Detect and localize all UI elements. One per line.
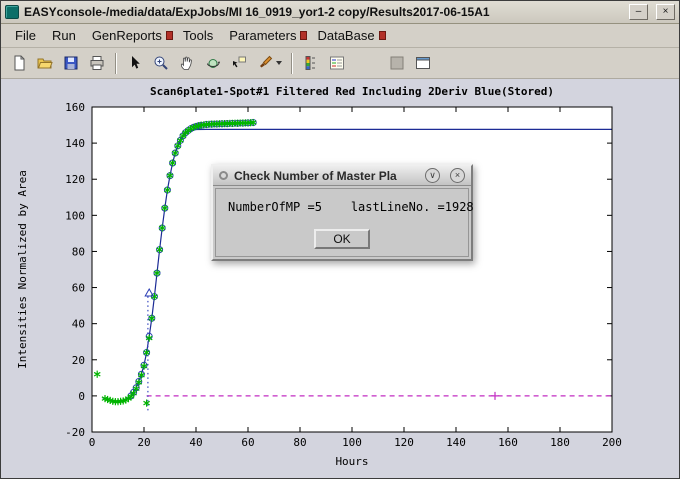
pan-hand-button[interactable] bbox=[174, 50, 200, 76]
figure-palette-icon bbox=[414, 54, 432, 72]
x-tick-label: 80 bbox=[293, 436, 306, 449]
x-tick-label: 140 bbox=[446, 436, 466, 449]
dialog-collapse-button[interactable]: ∨ bbox=[425, 168, 440, 183]
plot-area bbox=[92, 107, 612, 432]
open-folder-button[interactable] bbox=[32, 50, 58, 76]
y-tick-label: 20 bbox=[72, 354, 85, 367]
pan-hand-icon bbox=[178, 54, 196, 72]
menu-tools[interactable]: Tools bbox=[175, 25, 221, 46]
plot-title: Scan6plate1-Spot#1 Filtered Red Includin… bbox=[150, 85, 554, 98]
dialog-title: Check Number of Master Pla bbox=[234, 169, 415, 183]
plot-browser-icon bbox=[388, 54, 406, 72]
menu-accent-icon bbox=[166, 31, 173, 40]
ok-button[interactable]: OK bbox=[314, 229, 370, 249]
y-tick-label: -20 bbox=[65, 426, 85, 439]
plot-browser-button[interactable] bbox=[384, 50, 410, 76]
plot-svg[interactable]: 0 20 40 60 80 100 120 140 160 180 200 -20 0 20 40 60 80 1… bbox=[1, 79, 679, 478]
x-tick-label: 120 bbox=[394, 436, 414, 449]
app-window: EASYconsole-/media/data/ExpJobs/MI 16_09… bbox=[0, 0, 680, 479]
brush-button[interactable] bbox=[252, 50, 286, 76]
toolbar-separator bbox=[115, 53, 117, 74]
dialog-titlebar[interactable]: Check Number of Master Pla ∨ × bbox=[213, 166, 471, 186]
x-tick-label: 20 bbox=[137, 436, 150, 449]
zoom-in-button[interactable] bbox=[148, 50, 174, 76]
figure-palette-button[interactable] bbox=[410, 50, 436, 76]
y-axis-label: Intensities Normalized by Area bbox=[16, 170, 29, 369]
rotate-3d-icon bbox=[204, 54, 222, 72]
window-titlebar[interactable]: EASYconsole-/media/data/ExpJobs/MI 16_09… bbox=[1, 1, 679, 24]
menu-database[interactable]: DataBase bbox=[309, 25, 382, 46]
print-button[interactable] bbox=[84, 50, 110, 76]
dialog-message: NumberOfMP =5 lastLineNo. =1928 bbox=[216, 189, 468, 214]
check-master-plates-dialog: Check Number of Master Pla ∨ × NumberOfM… bbox=[211, 164, 473, 261]
x-tick-label: 100 bbox=[342, 436, 362, 449]
zoom-in-icon bbox=[152, 54, 170, 72]
x-tick-label: 200 bbox=[602, 436, 622, 449]
y-tick-label: 60 bbox=[72, 282, 85, 295]
minimize-button[interactable]: – bbox=[629, 4, 648, 20]
data-cursor-icon bbox=[230, 54, 248, 72]
rotate-3d-button[interactable] bbox=[200, 50, 226, 76]
data-cursor-button[interactable] bbox=[226, 50, 252, 76]
dialog-close-button[interactable]: × bbox=[450, 168, 465, 183]
x-tick-label: 180 bbox=[550, 436, 570, 449]
colorbar-button[interactable] bbox=[298, 50, 324, 76]
menu-genreports[interactable]: GenReports bbox=[84, 25, 170, 46]
x-axis-label: Hours bbox=[335, 455, 368, 468]
toolbar-separator bbox=[291, 53, 293, 74]
x-tick-label: 40 bbox=[189, 436, 202, 449]
y-tick-label: 40 bbox=[72, 318, 85, 331]
close-button[interactable]: × bbox=[656, 4, 675, 20]
window-title: EASYconsole-/media/data/ExpJobs/MI 16_09… bbox=[24, 5, 621, 19]
y-tick-label: 160 bbox=[65, 101, 85, 114]
menu-parameters[interactable]: Parameters bbox=[221, 25, 304, 46]
menu-file[interactable]: File bbox=[7, 25, 44, 46]
menu-accent-icon bbox=[379, 31, 386, 40]
y-tick-label: 100 bbox=[65, 209, 85, 222]
y-tick-label: 80 bbox=[72, 245, 85, 258]
app-icon bbox=[5, 5, 19, 19]
x-tick-label: 160 bbox=[498, 436, 518, 449]
save-icon bbox=[62, 54, 80, 72]
colorbar-icon bbox=[302, 54, 320, 72]
new-document-icon bbox=[10, 54, 28, 72]
x-tick-label: 0 bbox=[89, 436, 96, 449]
dialog-icon bbox=[219, 171, 228, 180]
new-document-button[interactable] bbox=[6, 50, 32, 76]
pointer-icon bbox=[126, 54, 144, 72]
dialog-body: NumberOfMP =5 lastLineNo. =1928 OK bbox=[215, 188, 469, 257]
figure-canvas: 0 20 40 60 80 100 120 140 160 180 200 -20 0 20 40 60 80 1… bbox=[1, 79, 679, 478]
save-button[interactable] bbox=[58, 50, 84, 76]
menubar: File Run GenReports Tools Parameters Dat… bbox=[1, 24, 679, 48]
y-tick-label: 140 bbox=[65, 137, 85, 150]
x-tick-label: 60 bbox=[241, 436, 254, 449]
y-tick-label: 120 bbox=[65, 173, 85, 186]
legend-button[interactable] bbox=[324, 50, 350, 76]
menu-run[interactable]: Run bbox=[44, 25, 84, 46]
legend-icon bbox=[328, 54, 346, 72]
toolbar bbox=[1, 48, 679, 79]
print-icon bbox=[88, 54, 106, 72]
brush-icon bbox=[256, 54, 274, 72]
dropdown-caret-icon[interactable] bbox=[276, 61, 282, 65]
y-tick-label: 0 bbox=[78, 390, 85, 403]
open-folder-icon bbox=[36, 54, 54, 72]
menu-accent-icon bbox=[300, 31, 307, 40]
pointer-button[interactable] bbox=[122, 50, 148, 76]
